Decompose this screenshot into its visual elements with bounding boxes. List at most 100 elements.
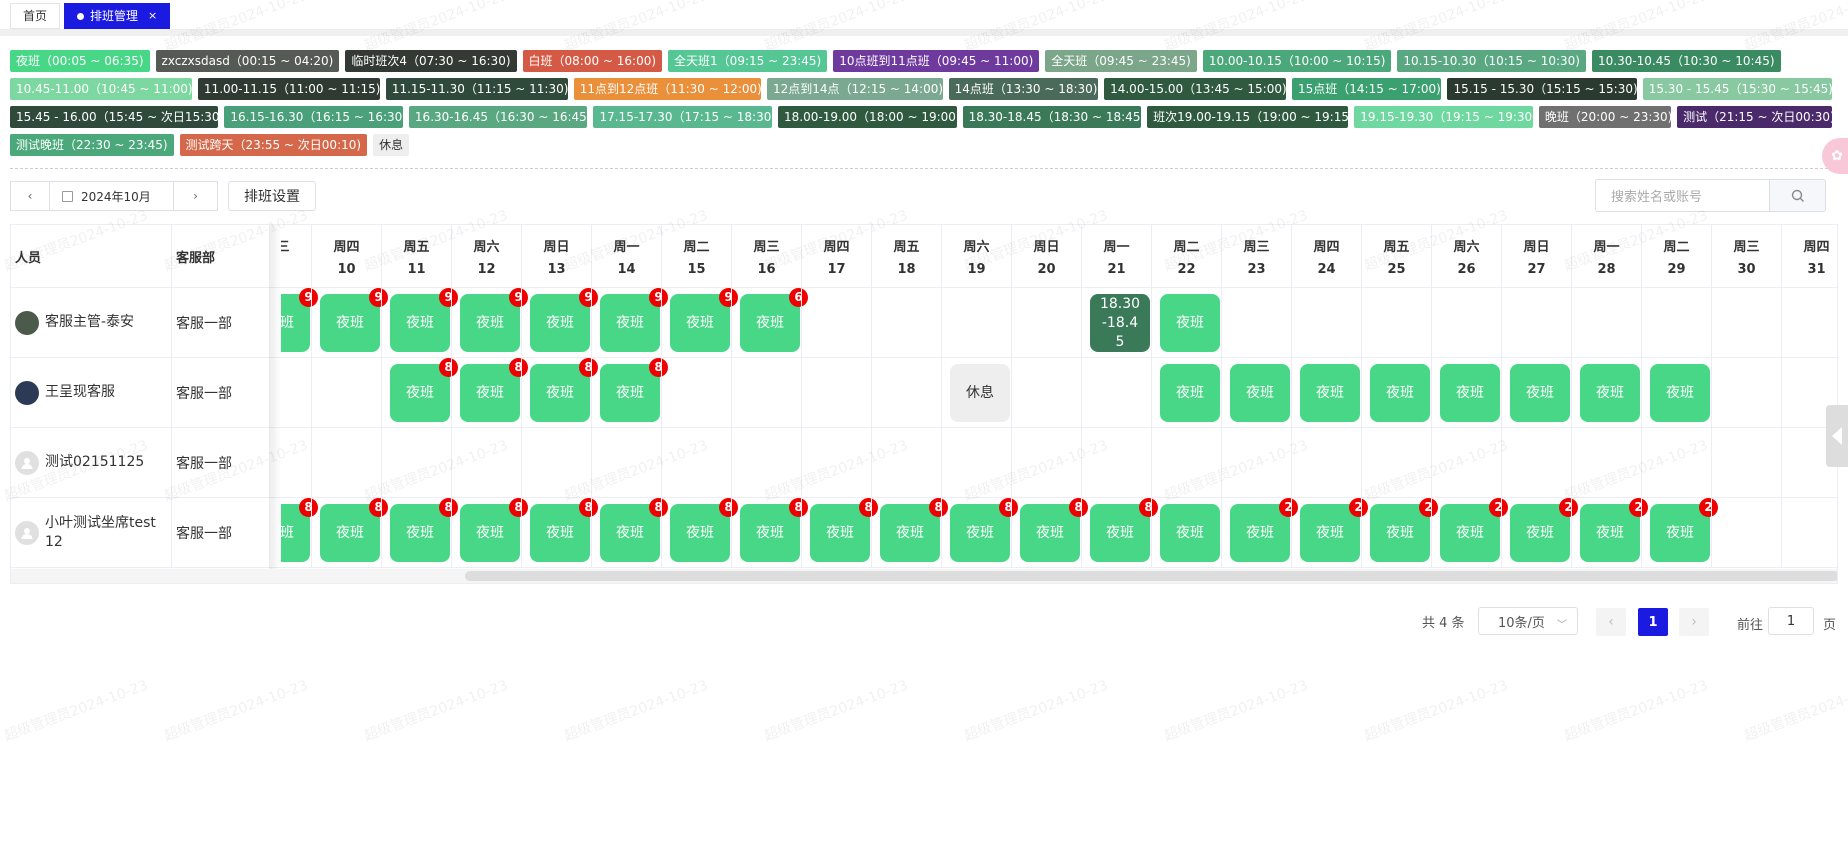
shift-block[interactable]: 夜班8: [880, 498, 948, 562]
goto-page-input[interactable]: 1: [1768, 607, 1814, 635]
shift-block[interactable]: 夜班8: [460, 498, 528, 562]
month-picker[interactable]: 2024年10月: [49, 181, 174, 211]
shift-type-chip[interactable]: 16.15-16.30（16:15 ~ 16:30): [224, 106, 403, 128]
shift-type-chip[interactable]: 10.45-11.00（10:45 ~ 11:00): [10, 78, 192, 100]
shift-type-chip[interactable]: 测试晚班（22:30 ~ 23:45): [10, 134, 174, 156]
schedule-cell[interactable]: [1711, 358, 1781, 427]
shift-type-chip[interactable]: 全天班1（09:15 ~ 23:45): [668, 50, 828, 72]
schedule-cell[interactable]: 夜班9: [451, 288, 528, 357]
schedule-cell[interactable]: [1641, 428, 1711, 497]
schedule-cell[interactable]: 夜班 2: [1291, 498, 1368, 567]
current-page[interactable]: 1: [1638, 608, 1668, 636]
shift-type-chip[interactable]: zxczxsdasd（00:15 ~ 04:20): [155, 50, 340, 72]
schedule-cell[interactable]: 夜班 2: [1641, 498, 1718, 567]
schedule-cell[interactable]: [801, 288, 871, 357]
schedule-cell[interactable]: [1081, 358, 1151, 427]
tab-schedule-management[interactable]: 排班管理 ×: [64, 3, 171, 29]
schedule-cell[interactable]: [1221, 288, 1291, 357]
shift-block[interactable]: 夜班: [1160, 364, 1220, 422]
schedule-cell[interactable]: [311, 428, 381, 497]
shift-type-chip[interactable]: 10.15-10.30（10:15 ~ 10:30): [1397, 50, 1586, 72]
next-page-button[interactable]: ›: [1679, 608, 1709, 636]
schedule-cell[interactable]: [311, 358, 381, 427]
schedule-cell[interactable]: 休息: [941, 358, 1011, 427]
schedule-cell[interactable]: [1291, 288, 1361, 357]
shift-type-chip[interactable]: 11.15-11.30（11:15 ~ 11:30): [385, 78, 568, 100]
shift-block[interactable]: 夜班: [1300, 364, 1360, 422]
schedule-cell[interactable]: 夜班8: [591, 358, 668, 427]
shift-block[interactable]: 夜班8: [460, 358, 528, 422]
shift-block[interactable]: 夜班 2: [1230, 498, 1298, 562]
shift-block[interactable]: 夜班8: [1020, 498, 1088, 562]
schedule-cell[interactable]: [451, 428, 521, 497]
shift-block[interactable]: 夜班8: [1090, 498, 1158, 562]
schedule-cell[interactable]: [1711, 498, 1781, 567]
schedule-cell[interactable]: [1781, 498, 1837, 567]
schedule-cell[interactable]: [1711, 428, 1781, 497]
shift-block[interactable]: 夜班: [1510, 364, 1570, 422]
shift-type-chip[interactable]: 白班（08:00 ~ 16:00): [522, 50, 663, 72]
shift-type-chip[interactable]: 10.30-10.45（10:30 ~ 10:45): [1591, 50, 1781, 72]
schedule-cell[interactable]: [1571, 428, 1641, 497]
shift-block[interactable]: 夜班8: [810, 498, 878, 562]
schedule-cell[interactable]: [1571, 288, 1641, 357]
schedule-settings-button[interactable]: 排班设置: [228, 181, 316, 211]
shift-type-chip[interactable]: 18.30-18.45（18:30 ~ 18:45): [962, 106, 1142, 128]
schedule-cell[interactable]: [871, 288, 941, 357]
prev-page-button[interactable]: ‹: [1596, 608, 1626, 636]
schedule-cell[interactable]: [1641, 288, 1711, 357]
prev-month-button[interactable]: ‹: [10, 181, 50, 211]
schedule-cell[interactable]: [1011, 288, 1081, 357]
shift-type-chip[interactable]: 班次19.00-19.15（19:00 ~ 19:15): [1147, 106, 1349, 128]
schedule-cell[interactable]: 夜班 6: [731, 288, 808, 357]
next-month-button[interactable]: ›: [173, 181, 218, 211]
schedule-cell[interactable]: [1081, 428, 1151, 497]
schedule-cell[interactable]: 夜班8: [731, 498, 808, 567]
shift-block[interactable]: 夜班8: [390, 358, 458, 422]
schedule-cell[interactable]: [1361, 288, 1431, 357]
schedule-cell[interactable]: 夜班8: [801, 498, 878, 567]
schedule-cell[interactable]: 夜班8: [941, 498, 1018, 567]
schedule-cell[interactable]: [1011, 358, 1081, 427]
schedule-cell[interactable]: [661, 428, 731, 497]
shift-block[interactable]: 夜班: [1160, 504, 1220, 562]
schedule-cell[interactable]: 夜班: [1151, 498, 1221, 567]
schedule-cell[interactable]: [1501, 428, 1571, 497]
schedule-cell[interactable]: [1011, 428, 1081, 497]
schedule-cell[interactable]: [871, 428, 941, 497]
schedule-cell[interactable]: 夜班9: [591, 288, 668, 357]
shift-type-chip[interactable]: 17.15-17.30（17:15 ~ 18:30): [593, 106, 773, 128]
schedule-cell[interactable]: [1361, 428, 1431, 497]
shift-type-chip[interactable]: 12点到14点（12:15 ~ 14:00): [766, 78, 943, 100]
schedule-cell[interactable]: 夜班8: [521, 358, 598, 427]
shift-type-chip[interactable]: 10.00-10.15（10:00 ~ 10:15): [1202, 50, 1392, 72]
schedule-cell[interactable]: [521, 428, 591, 497]
horizontal-scrollbar[interactable]: [11, 569, 1837, 583]
shift-block[interactable]: 夜班9: [670, 288, 738, 352]
schedule-cell[interactable]: 夜班: [1641, 358, 1711, 427]
shift-type-chip[interactable]: 11点到12点班（11:30 ~ 12:00): [573, 78, 761, 100]
schedule-cell[interactable]: 夜班: [1501, 358, 1571, 427]
shift-type-chip[interactable]: 15.45 - 16.00（15:45 ~ 次日15:30): [10, 106, 219, 128]
scrollbar-thumb[interactable]: [465, 571, 1837, 581]
schedule-cell[interactable]: 夜班: [1291, 358, 1361, 427]
shift-block[interactable]: 夜班 2: [1440, 498, 1508, 562]
schedule-cell[interactable]: 夜班: [1151, 288, 1221, 357]
schedule-cell[interactable]: [941, 428, 1011, 497]
schedule-cell[interactable]: 夜班8: [381, 358, 458, 427]
schedule-cell[interactable]: [1291, 428, 1361, 497]
shift-type-chip[interactable]: 晚班（20:00 ~ 23:30): [1538, 106, 1672, 128]
schedule-cell[interactable]: 夜班8: [1011, 498, 1088, 567]
schedule-cell[interactable]: [661, 358, 731, 427]
shift-block[interactable]: 夜班 6: [740, 288, 808, 352]
schedule-cell[interactable]: [1221, 428, 1291, 497]
shift-type-chip[interactable]: 临时班次4（07:30 ~ 16:30): [345, 50, 517, 72]
schedule-cell[interactable]: [1711, 288, 1781, 357]
schedule-cell[interactable]: 夜班: [1431, 358, 1501, 427]
schedule-cell[interactable]: [801, 428, 871, 497]
tab-home[interactable]: 首页: [10, 3, 61, 29]
shift-type-chip[interactable]: 15.30 - 15.45（15:30 ~ 15:45): [1642, 78, 1832, 100]
shift-block[interactable]: 夜班8: [950, 498, 1018, 562]
shift-block[interactable]: 夜班9: [530, 288, 598, 352]
shift-block[interactable]: 夜班 2: [1580, 498, 1648, 562]
